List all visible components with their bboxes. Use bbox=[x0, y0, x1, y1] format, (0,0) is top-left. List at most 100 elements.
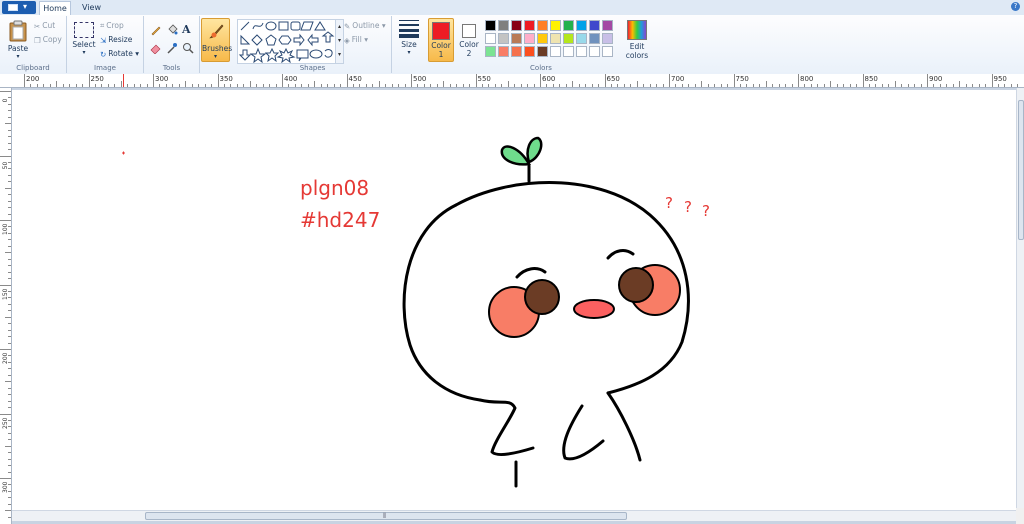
ruler-minor-tick bbox=[565, 84, 567, 87]
ruler-minor-tick bbox=[868, 84, 870, 87]
color1-label: Color bbox=[431, 41, 451, 50]
ruler-minor-tick bbox=[462, 84, 464, 87]
ruler-minor-tick bbox=[5, 381, 11, 383]
ruler-major-tick bbox=[24, 74, 25, 87]
color-swatch[interactable] bbox=[485, 46, 496, 57]
color-swatch[interactable] bbox=[498, 33, 509, 44]
color-swatch[interactable] bbox=[576, 33, 587, 44]
color-swatch[interactable] bbox=[550, 33, 561, 44]
vertical-scroll-thumb[interactable] bbox=[1018, 100, 1024, 240]
horizontal-scrollbar[interactable]: ⦀ bbox=[12, 510, 1016, 521]
tab-home[interactable]: Home bbox=[39, 1, 71, 16]
resize-button[interactable]: ⇲ Resize bbox=[100, 35, 132, 45]
color-swatch[interactable] bbox=[589, 33, 600, 44]
ruler-minor-tick bbox=[946, 84, 948, 87]
chevron-down-icon: ▾ bbox=[407, 49, 411, 56]
color-swatch[interactable] bbox=[602, 20, 613, 31]
select-button[interactable]: Select ▾ bbox=[72, 22, 96, 56]
color1-button[interactable]: Color 1 bbox=[428, 18, 454, 62]
ruler-minor-tick bbox=[8, 361, 11, 363]
color-swatch[interactable] bbox=[550, 20, 561, 31]
color-swatch[interactable] bbox=[576, 46, 587, 57]
color-swatch[interactable] bbox=[524, 33, 535, 44]
color-wheel-icon bbox=[627, 20, 647, 40]
copy-icon: ❐ bbox=[34, 35, 41, 45]
ruler-minor-tick bbox=[520, 84, 522, 87]
color-picker-icon[interactable] bbox=[166, 42, 178, 54]
color-swatch[interactable] bbox=[524, 20, 535, 31]
color-swatch[interactable] bbox=[602, 46, 613, 57]
ruler-minor-tick bbox=[56, 81, 58, 87]
ruler-minor-tick bbox=[959, 81, 961, 87]
color-swatch[interactable] bbox=[589, 20, 600, 31]
ruler-minor-tick bbox=[8, 407, 11, 409]
outline-button[interactable]: ✎ Outline ▾ bbox=[344, 21, 386, 31]
ruler-minor-tick bbox=[69, 84, 71, 87]
tab-view[interactable]: View bbox=[76, 1, 107, 15]
handwriting-line-1: plgn08 bbox=[300, 176, 369, 200]
ruler-minor-tick bbox=[920, 84, 922, 87]
ruler-minor-tick bbox=[107, 84, 109, 87]
ruler-minor-tick bbox=[804, 84, 806, 87]
tools-group: A Tools bbox=[144, 16, 200, 73]
ruler-minor-tick bbox=[262, 84, 264, 87]
color2-button[interactable]: Color 2 bbox=[457, 18, 481, 62]
color-swatch[interactable] bbox=[563, 20, 574, 31]
color-swatch[interactable] bbox=[524, 46, 535, 57]
ruler-minor-tick bbox=[952, 84, 954, 87]
ruler-minor-tick bbox=[623, 84, 625, 87]
color-swatch[interactable] bbox=[485, 33, 496, 44]
ruler-minor-tick bbox=[62, 84, 64, 87]
shapes-gallery-icons[interactable] bbox=[238, 20, 336, 64]
color-swatch[interactable] bbox=[511, 33, 522, 44]
color-swatch[interactable] bbox=[602, 33, 613, 44]
ruler-minor-tick bbox=[385, 84, 387, 87]
fill-bucket-icon[interactable] bbox=[166, 24, 178, 36]
magnifier-icon[interactable] bbox=[182, 42, 194, 54]
color-swatch[interactable] bbox=[498, 20, 509, 31]
text-tool-icon[interactable]: A bbox=[182, 23, 191, 36]
eraser-icon[interactable] bbox=[150, 42, 162, 54]
color-swatch[interactable] bbox=[576, 20, 587, 31]
color-swatch[interactable] bbox=[563, 46, 574, 57]
pencil-icon[interactable] bbox=[150, 24, 162, 36]
color-swatch[interactable] bbox=[485, 20, 496, 31]
rotate-button[interactable]: ↻ Rotate ▾ bbox=[100, 49, 139, 59]
ruler-minor-tick bbox=[243, 84, 245, 87]
color-swatch[interactable] bbox=[537, 20, 548, 31]
ruler-major-tick bbox=[282, 74, 283, 87]
color-swatch[interactable] bbox=[589, 46, 600, 57]
drawing-canvas[interactable]: plgn08 #hd247 ? ? ? bbox=[12, 90, 1016, 510]
ruler-minor-tick bbox=[8, 168, 11, 170]
ruler-major-tick bbox=[604, 74, 606, 87]
colors-group-label: Colors bbox=[530, 64, 552, 72]
shapes-scroll[interactable]: ▴ ▾ ▾ bbox=[335, 19, 344, 64]
crop-button[interactable]: ⌗ Crop bbox=[100, 21, 124, 31]
help-icon[interactable]: ? bbox=[1011, 2, 1020, 11]
cut-button[interactable]: ✂ Cut bbox=[34, 21, 55, 31]
ruler-minor-tick bbox=[8, 181, 11, 183]
ruler-minor-tick bbox=[8, 465, 11, 467]
outline-label: Outline bbox=[352, 21, 380, 30]
color-swatch[interactable] bbox=[511, 20, 522, 31]
color-swatch[interactable] bbox=[511, 46, 522, 57]
color-swatch[interactable] bbox=[563, 33, 574, 44]
ruler-major-tick bbox=[0, 284, 11, 286]
ruler-minor-tick bbox=[8, 310, 11, 312]
color-swatch[interactable] bbox=[550, 46, 561, 57]
copy-button[interactable]: ❐ Copy bbox=[34, 35, 62, 45]
vertical-scrollbar[interactable] bbox=[1016, 88, 1024, 508]
color-swatch[interactable] bbox=[537, 46, 548, 57]
brushes-button[interactable]: Brushes ▾ bbox=[201, 18, 232, 62]
color-swatch[interactable] bbox=[498, 46, 509, 57]
ruler-minor-tick bbox=[133, 84, 135, 87]
color-swatch[interactable] bbox=[537, 33, 548, 44]
size-button[interactable]: Size ▾ bbox=[395, 18, 423, 56]
ruler-minor-tick bbox=[333, 84, 335, 87]
fill-button[interactable]: ◈ Fill ▾ bbox=[344, 35, 368, 45]
paint-menu-button[interactable]: ▾ bbox=[2, 1, 36, 14]
edit-colors-button[interactable]: Edit colors bbox=[624, 20, 650, 60]
horizontal-scroll-thumb[interactable]: ⦀ bbox=[145, 512, 627, 520]
ruler-minor-tick bbox=[823, 84, 825, 87]
paste-button[interactable]: Paste ▾ bbox=[6, 20, 30, 60]
